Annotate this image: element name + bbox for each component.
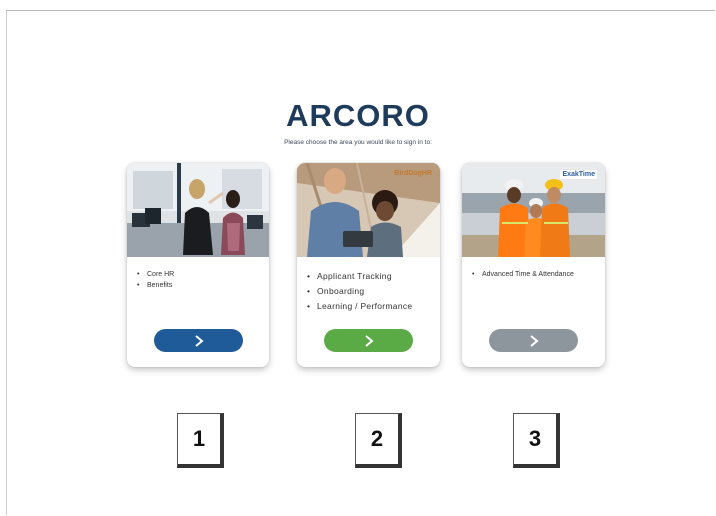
list-item: Applicant Tracking	[307, 271, 412, 281]
birddoghr-sign-in-button[interactable]	[324, 329, 413, 352]
page-subtitle: Please choose the area you would like to…	[284, 139, 432, 146]
feature-list: Advanced Time & Attendance	[472, 271, 574, 278]
list-item: Onboarding	[307, 286, 412, 296]
label-box-2: 2	[355, 413, 402, 468]
list-item: Benefits	[137, 282, 174, 289]
feature-list: Applicant Tracking Onboarding Learning /…	[307, 271, 412, 316]
arcoro-logo: ARCORO	[286, 98, 430, 133]
team-photo	[297, 163, 440, 257]
exaktime-logo: ExakTime	[560, 170, 597, 179]
label-box-1: 1	[177, 413, 224, 468]
card-birddoghr: BirdDogHR Applicant Tracking Onboarding …	[297, 163, 440, 367]
feature-list: Core HR Benefits	[137, 271, 174, 293]
list-item: Learning / Performance	[307, 301, 412, 311]
chevron-right-icon	[194, 334, 204, 347]
core-hr-sign-in-button[interactable]	[154, 329, 243, 352]
list-item: Core HR	[137, 271, 174, 278]
chevron-right-icon	[364, 334, 374, 347]
chevron-right-icon	[529, 334, 539, 347]
card-exaktime: ExakTime Advanced Time & Attendance	[462, 163, 605, 367]
birddoghr-logo: BirdDogHR	[394, 170, 432, 177]
label-box-3: 3	[513, 413, 560, 468]
card-core-hr: Core HR Benefits	[127, 163, 269, 367]
list-item: Advanced Time & Attendance	[472, 271, 574, 278]
exaktime-sign-in-button[interactable]	[489, 329, 578, 352]
office-photo	[127, 163, 269, 257]
